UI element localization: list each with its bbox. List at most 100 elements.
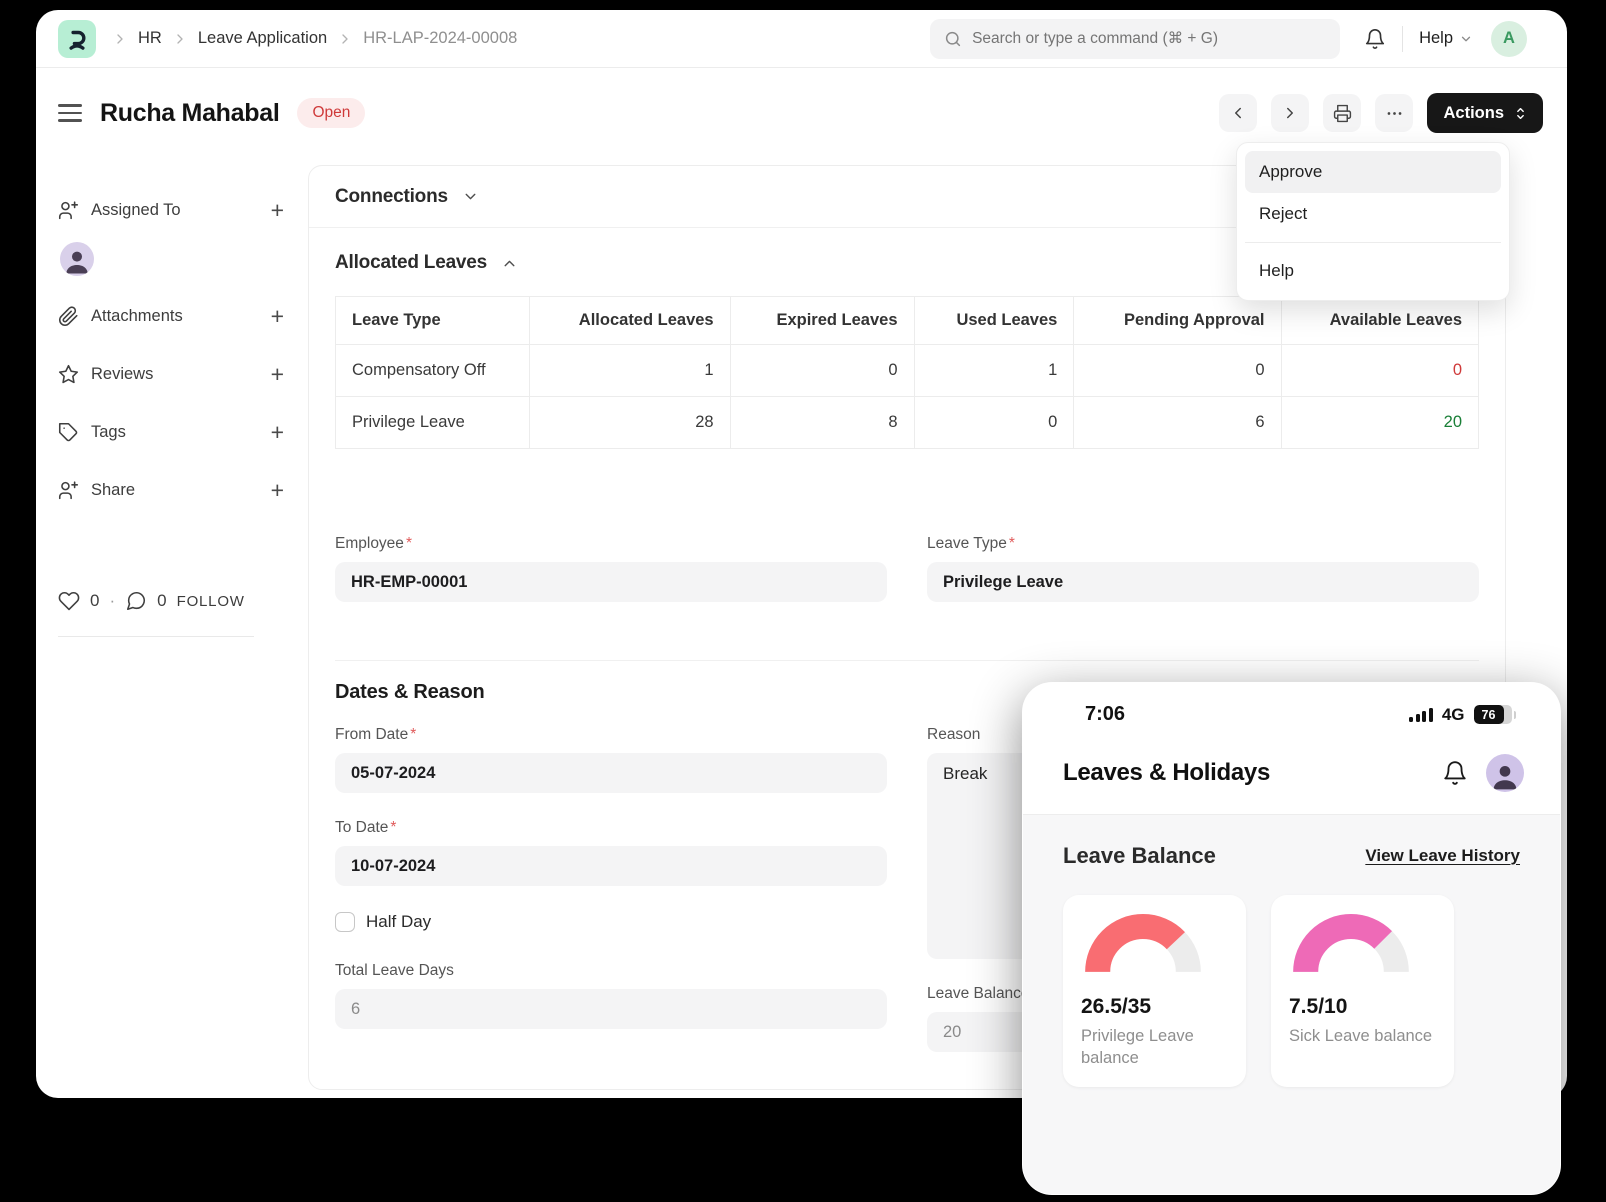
likes-count: 0: [90, 591, 99, 611]
ellipsis-icon: [1385, 104, 1404, 123]
battery-percent: 76: [1474, 705, 1504, 724]
follow-button[interactable]: FOLLOW: [177, 593, 245, 610]
gauge-value: 26.5/35: [1081, 995, 1228, 1019]
actions-button[interactable]: Actions: [1427, 93, 1543, 133]
chevron-left-icon: [1229, 104, 1247, 122]
battery-nub: [1514, 711, 1517, 719]
assignee-avatar[interactable]: [60, 242, 94, 276]
user-plus-icon: [58, 480, 79, 501]
sidebar-item-share: Share +: [58, 476, 300, 504]
connections-title: Connections: [335, 186, 448, 208]
half-day-checkbox-row[interactable]: Half Day: [335, 912, 887, 932]
printer-icon: [1333, 104, 1352, 123]
breadcrumb: HR Leave Application HR-LAP-2024-00008: [112, 29, 517, 48]
add-assignment-button[interactable]: +: [271, 200, 284, 220]
global-search[interactable]: [930, 19, 1340, 59]
bell-icon[interactable]: [1442, 760, 1468, 786]
avatar-initial: A: [1503, 29, 1515, 48]
separator-dot: ·: [109, 591, 115, 611]
prev-document-button[interactable]: [1219, 94, 1257, 132]
comment-icon[interactable]: [125, 590, 147, 612]
total-leave-days-field: Total Leave Days 6: [335, 962, 887, 1029]
leave-type-label: Leave Type*: [927, 535, 1479, 553]
breadcrumb-document-id: HR-LAP-2024-00008: [363, 29, 517, 48]
from-date-input[interactable]: 05-07-2024: [335, 753, 887, 793]
next-document-button[interactable]: [1271, 94, 1309, 132]
add-attachment-button[interactable]: +: [271, 306, 284, 326]
search-input[interactable]: [972, 30, 1326, 48]
print-button[interactable]: [1323, 94, 1361, 132]
total-leave-days-label: Total Leave Days: [335, 962, 887, 980]
cell-allocated: 28: [530, 397, 730, 449]
sidebar-toggle-icon[interactable]: [58, 104, 82, 122]
from-date-label: From Date*: [335, 726, 887, 744]
page-title: Rucha Mahabal: [100, 99, 279, 128]
heart-icon[interactable]: [58, 590, 80, 612]
view-leave-history-link[interactable]: View Leave History: [1365, 846, 1520, 866]
privilege-leave-gauge: [1081, 911, 1205, 985]
sidebar-item-tags: Tags +: [58, 418, 300, 446]
add-share-button[interactable]: +: [271, 480, 284, 500]
leave-balance-title: Leave Balance: [1063, 843, 1216, 869]
column-header: Expired Leaves: [730, 297, 914, 345]
half-day-checkbox[interactable]: [335, 912, 355, 932]
phone-header-actions: [1442, 754, 1524, 792]
user-avatar[interactable]: A: [1491, 21, 1527, 57]
more-options-button[interactable]: [1375, 94, 1413, 132]
breadcrumb-leave-application[interactable]: Leave Application: [198, 29, 327, 48]
column-header: Leave Type: [336, 297, 530, 345]
phone-page-title: Leaves & Holidays: [1063, 759, 1270, 787]
add-tag-button[interactable]: +: [271, 422, 284, 442]
cell-used: 1: [914, 345, 1074, 397]
actions-label: Actions: [1443, 104, 1504, 123]
chevron-right-icon: [337, 31, 353, 47]
employee-field: Employee* HR-EMP-00001: [335, 535, 887, 602]
app-logo[interactable]: [58, 20, 96, 58]
notifications-bell-icon[interactable]: [1364, 28, 1386, 50]
column-header: Used Leaves: [914, 297, 1074, 345]
sidebar-label-attachments: Attachments: [91, 307, 183, 326]
leave-type-input[interactable]: Privilege Leave: [927, 562, 1479, 602]
dates-column: From Date* 05-07-2024 To Date* 10-07-202…: [335, 726, 887, 1078]
phone-status-bar: 7:06 4G 76: [1023, 683, 1560, 726]
chevron-right-icon: [172, 31, 188, 47]
tag-icon: [58, 422, 79, 443]
employee-input[interactable]: HR-EMP-00001: [335, 562, 887, 602]
column-header: Available Leaves: [1281, 297, 1478, 345]
search-icon: [944, 30, 962, 48]
table-row[interactable]: Privilege Leave 28 8 0 6 20: [336, 397, 1479, 449]
total-leave-days-input[interactable]: 6: [335, 989, 887, 1029]
social-row: 0 · 0 FOLLOW: [58, 590, 300, 612]
paperclip-icon: [58, 306, 79, 327]
cell-allocated: 1: [530, 345, 730, 397]
gauge-label: Sick Leave balance: [1289, 1025, 1436, 1047]
battery-icon: 76: [1474, 705, 1512, 724]
cell-used: 0: [914, 397, 1074, 449]
to-date-input[interactable]: 10-07-2024: [335, 846, 887, 886]
header-actions: Actions: [1219, 93, 1543, 133]
menu-item-help[interactable]: Help: [1245, 250, 1501, 292]
table-header-row: Leave Type Allocated Leaves Expired Leav…: [336, 297, 1479, 345]
help-menu[interactable]: Help: [1419, 29, 1473, 48]
phone-user-avatar[interactable]: [1486, 754, 1524, 792]
sidebar-label-share: Share: [91, 481, 135, 500]
cell-available: 0: [1281, 345, 1478, 397]
chevron-right-icon: [112, 31, 128, 47]
gauge-label: Privilege Leave balance: [1081, 1025, 1228, 1070]
menu-item-reject[interactable]: Reject: [1245, 193, 1501, 235]
breadcrumb-hr[interactable]: HR: [138, 29, 162, 48]
sidebar-label-assigned-to: Assigned To: [91, 201, 181, 220]
gauge-value: 7.5/10: [1289, 995, 1436, 1019]
status-badge: Open: [297, 98, 365, 128]
desktop-background: HR Leave Application HR-LAP-2024-00008: [0, 0, 1606, 1202]
required-mark: *: [406, 535, 412, 552]
menu-item-approve[interactable]: Approve: [1245, 151, 1501, 193]
to-date-label: To Date*: [335, 819, 887, 837]
to-date-field: To Date* 10-07-2024: [335, 819, 887, 886]
table-row[interactable]: Compensatory Off 1 0 1 0 0: [336, 345, 1479, 397]
navbar-divider: [1402, 26, 1403, 52]
document-sidebar: Assigned To + Attachments + Reviews +: [58, 196, 300, 637]
network-type: 4G: [1442, 705, 1465, 725]
required-mark: *: [410, 726, 416, 743]
add-review-button[interactable]: +: [271, 364, 284, 384]
